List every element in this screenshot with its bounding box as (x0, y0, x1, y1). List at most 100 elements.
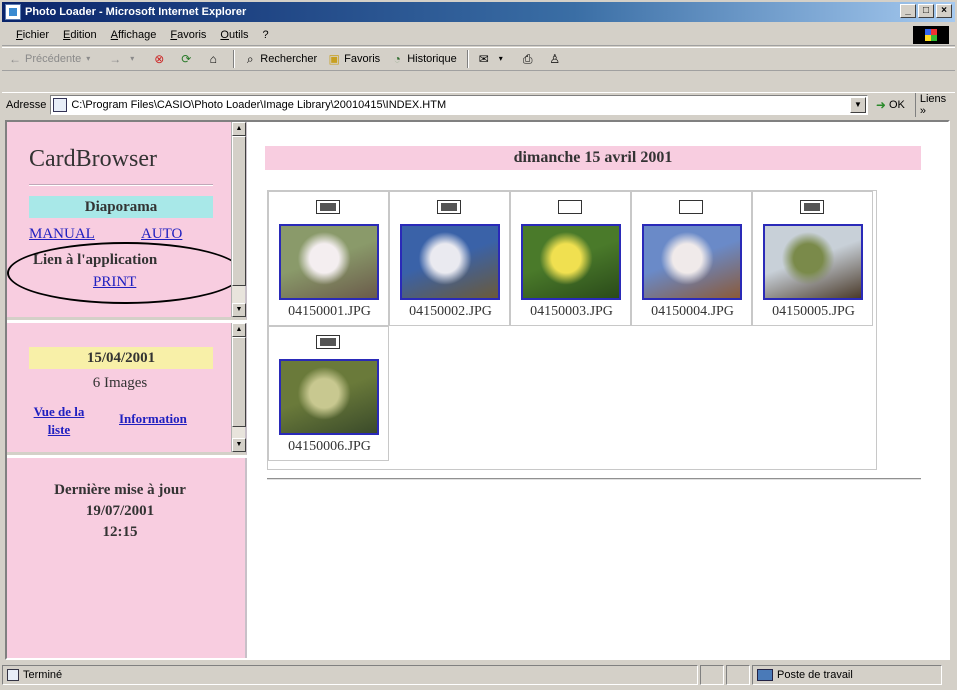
photo-filename: 04150003.JPG (530, 304, 613, 319)
information-link[interactable]: Information (119, 411, 187, 427)
main-frame: dimanche 15 avril 2001 04150001.JPG 04150… (249, 122, 948, 658)
search-label: Rechercher (260, 53, 318, 65)
photo-cell: 04150003.JPG (510, 191, 631, 326)
window-title: Photo Loader - Microsoft Internet Explor… (25, 6, 247, 18)
list-view-line2: liste (47, 422, 71, 437)
menu-affichage[interactable]: Affichage (111, 29, 157, 41)
print-marked-icon[interactable] (316, 335, 340, 349)
print-marked-icon[interactable] (437, 200, 461, 214)
scroll-down-arrow-icon[interactable]: ▼ (232, 303, 246, 317)
cardbrowser-title: CardBrowser (29, 146, 157, 172)
windows-logo-icon (913, 26, 949, 44)
forward-arrow-icon: → (109, 52, 122, 66)
zone-label: Poste de travail (777, 669, 853, 681)
favorites-label: Favoris (344, 53, 381, 65)
favorites-button[interactable]: ▣ Favoris (327, 52, 380, 66)
status-text: Terminé (23, 669, 63, 681)
menu-outils[interactable]: Outils (220, 29, 248, 41)
photo-cell: 04150002.JPG (389, 191, 510, 326)
go-button[interactable]: ➜ OK (876, 98, 905, 112)
list-view-line1: Vue de la (33, 404, 85, 419)
print-marked-icon[interactable] (800, 200, 824, 214)
last-update: Dernière mise à jour 19/07/2001 12:15 (7, 480, 233, 543)
history-icon: ◔ (393, 52, 401, 66)
mail-icon: ✉ (478, 52, 489, 66)
photo-filename: 04150006.JPG (288, 439, 371, 454)
back-button[interactable]: ← Précédente ▾ (8, 52, 98, 66)
close-button[interactable]: × (936, 4, 952, 18)
print-unmarked-icon[interactable] (679, 200, 703, 214)
printer-icon: ⎙ (522, 52, 533, 66)
menu-favoris[interactable]: Favoris (170, 29, 206, 41)
update-frame: Dernière mise à jour 19/07/2001 12:15 (7, 458, 247, 658)
photo-thumbnail[interactable] (763, 224, 863, 300)
favorites-folder-icon: ▣ (328, 52, 340, 66)
print-marked-icon[interactable] (316, 200, 340, 214)
photo-filename: 04150001.JPG (288, 304, 371, 319)
maximize-button[interactable]: □ (918, 4, 934, 18)
links-button[interactable]: Liens » (914, 92, 955, 117)
page-icon (53, 97, 68, 112)
address-label: Adresse (6, 98, 47, 111)
page-content: CardBrowser Diaporama MANUAL AUTO Lien à… (5, 120, 950, 660)
computer-icon (757, 669, 773, 681)
menu-help[interactable]: ? (263, 29, 269, 41)
scroll-thumb[interactable] (232, 337, 246, 427)
window-controls: _ □ × (900, 4, 952, 18)
menu-bar: Fichier Edition Affichage Favoris Outils… (2, 24, 955, 46)
ie-page-icon (5, 4, 21, 20)
minimize-button[interactable]: _ (900, 4, 916, 18)
status-cell (726, 665, 750, 685)
photo-thumbnail[interactable] (642, 224, 742, 300)
security-zone: Poste de travail (752, 665, 942, 685)
toolbar-separator (466, 50, 469, 68)
photo-thumbnail[interactable] (400, 224, 500, 300)
auto-link[interactable]: AUTO (141, 226, 182, 243)
home-icon: ⌂ (209, 52, 217, 66)
photo-thumbnail[interactable] (279, 359, 379, 435)
go-label: OK (888, 98, 905, 111)
photo-cell: 04150004.JPG (631, 191, 752, 326)
date-frame: 15/04/2001 6 Images Vue de la liste Info… (7, 323, 247, 455)
address-dropdown-button[interactable]: ▼ (849, 96, 866, 113)
date-frame-scrollbar[interactable]: ▲ ▼ (231, 323, 246, 452)
scroll-down-arrow-icon[interactable]: ▼ (232, 438, 246, 452)
stop-icon: ⊗ (154, 52, 165, 66)
history-label: Historique (407, 53, 457, 65)
forward-button[interactable]: → ▾ (108, 52, 142, 66)
photo-thumbnail[interactable] (521, 224, 621, 300)
photo-cell: 04150005.JPG (752, 191, 873, 326)
toolbar-separator (233, 50, 236, 68)
toolbar: ← Précédente ▾ → ▾ ⊗ ⟳ ⌂ ⌕ Rechercher ▣ … (2, 47, 955, 71)
mail-button[interactable]: ✉ ▾ (477, 52, 511, 66)
print-toolbar-button[interactable]: ⎙ (521, 52, 538, 66)
photo-thumbnail[interactable] (279, 224, 379, 300)
status-bar: Terminé Poste de travail (2, 664, 955, 686)
manual-link[interactable]: MANUAL (29, 226, 95, 243)
address-value: C:\Program Files\CASIO\Photo Loader\Imag… (71, 98, 447, 111)
photo-cell: 04150001.JPG (268, 191, 389, 326)
nav-frame: CardBrowser Diaporama MANUAL AUTO Lien à… (7, 122, 247, 320)
photo-filename: 04150002.JPG (409, 304, 492, 319)
stop-button[interactable]: ⊗ (152, 52, 169, 66)
print-unmarked-icon[interactable] (558, 200, 582, 214)
back-label: Précédente (25, 53, 82, 65)
home-button[interactable]: ⌂ (206, 52, 223, 66)
chevron-down-icon: ▾ (86, 54, 91, 63)
scroll-up-arrow-icon[interactable]: ▲ (232, 323, 246, 337)
address-input[interactable]: C:\Program Files\CASIO\Photo Loader\Imag… (50, 94, 868, 115)
scroll-up-arrow-icon[interactable]: ▲ (232, 122, 246, 136)
photo-grid: 04150001.JPG 04150002.JPG 04150003.JPG 0415… (267, 190, 877, 470)
last-update-date: 19/07/2001 (85, 503, 155, 519)
scroll-thumb[interactable] (232, 136, 246, 286)
highlight-ellipse (7, 242, 243, 304)
list-view-link[interactable]: Vue de la liste (29, 403, 89, 439)
nav-frame-scrollbar[interactable]: ▲ ▼ (231, 122, 246, 317)
messenger-button[interactable]: ♙ (548, 52, 565, 66)
search-button[interactable]: ⌕ Rechercher (243, 52, 317, 66)
refresh-button[interactable]: ⟳ (179, 52, 196, 66)
history-button[interactable]: ◔ Historique (390, 52, 457, 66)
menu-fichier[interactable]: Fichier (16, 29, 49, 41)
menu-edition[interactable]: Edition (63, 29, 97, 41)
image-count: 6 Images (92, 375, 148, 391)
